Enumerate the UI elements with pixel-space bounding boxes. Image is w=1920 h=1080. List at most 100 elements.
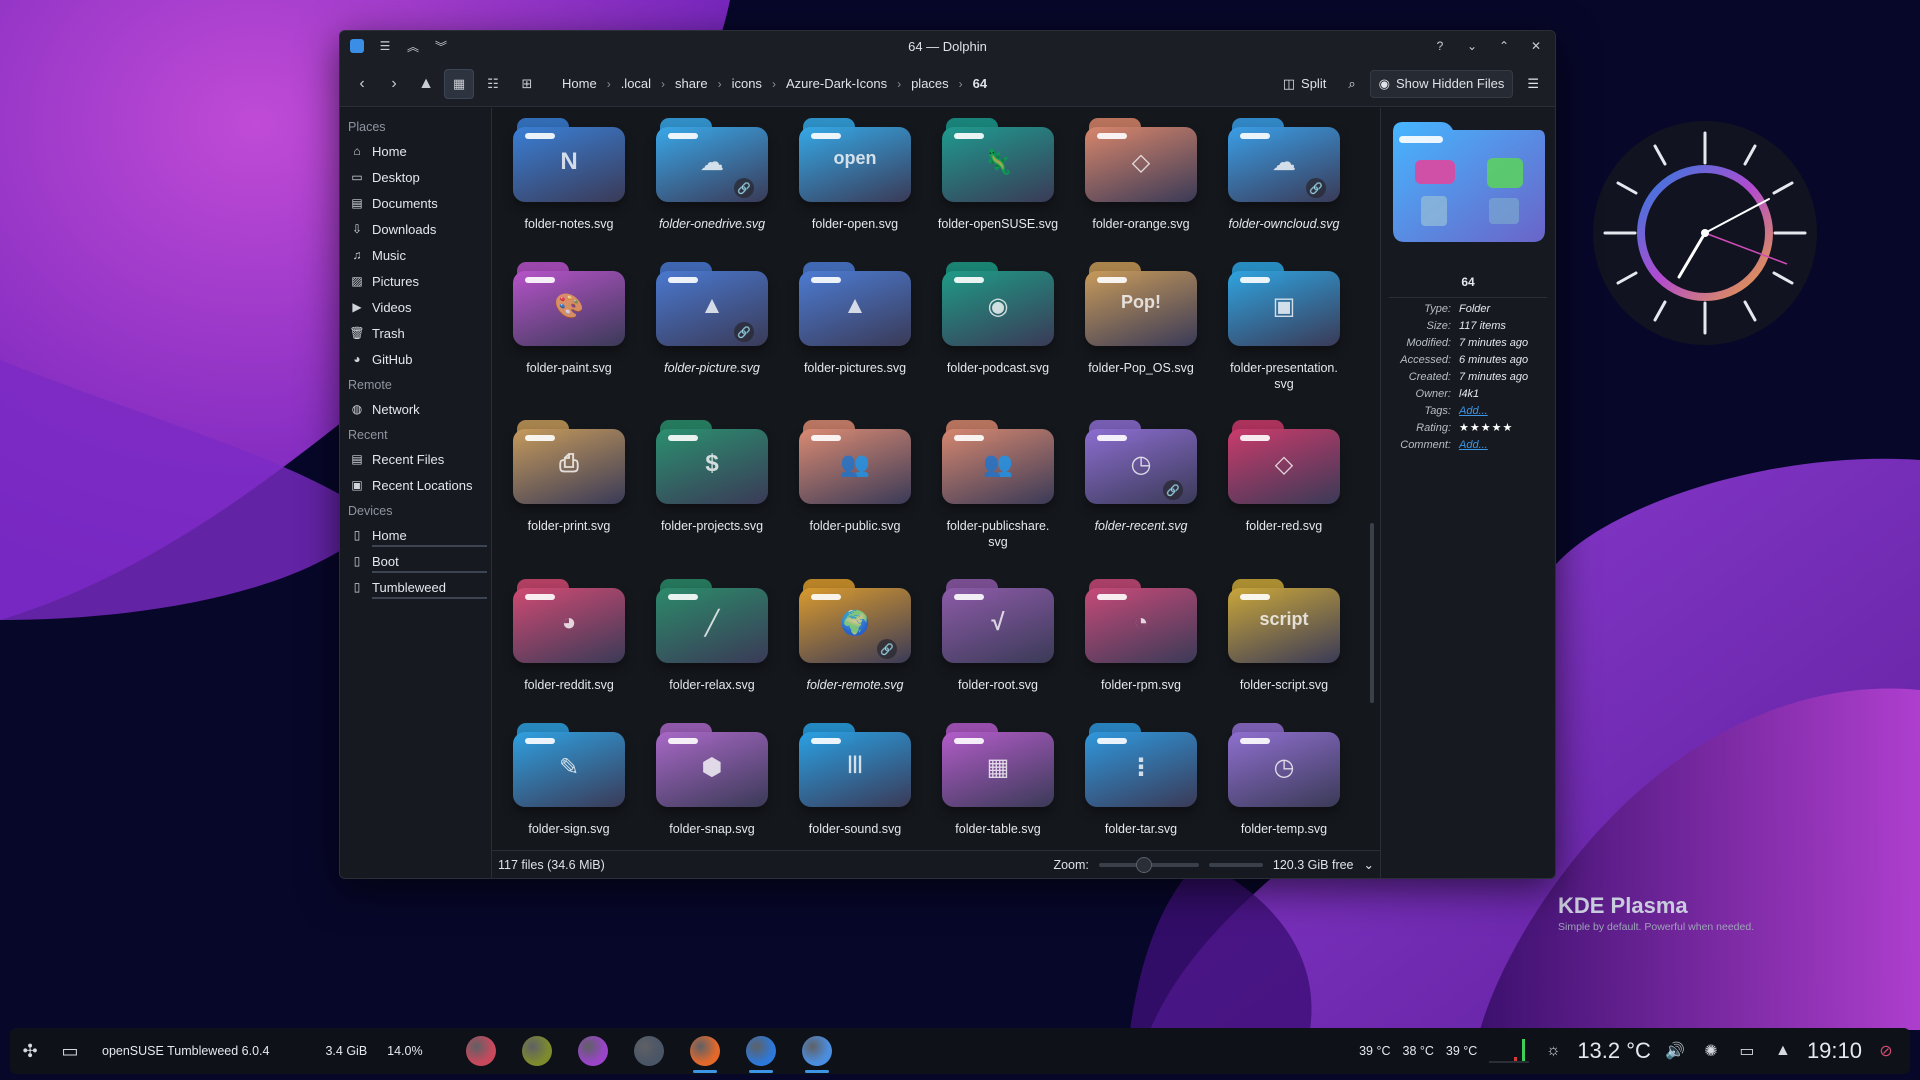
file-item[interactable]: √ folder-root.svg [931,579,1065,693]
zoom-slider[interactable] [1098,856,1199,873]
file-item[interactable]: ◷ folder-temp.svg [1217,723,1351,837]
dolphin-app-icon[interactable] [346,35,368,57]
file-item[interactable]: ⎙ folder-print.svg [502,420,636,534]
app-mixer-icon[interactable] [627,1029,671,1073]
info-add-link[interactable]: Add... [1459,405,1488,417]
file-item[interactable]: ◔ folder-rpm.svg [1074,579,1208,693]
file-item[interactable]: ||| folder-sound.svg [788,723,922,837]
sidebar-item-downloads[interactable]: ⇩ Downloads [340,216,491,242]
sidebar-item-desktop[interactable]: ▭ Desktop [340,164,491,190]
notifications-icon[interactable]: ⊘ [1874,1039,1898,1063]
sidebar-item-recent-files[interactable]: ▤ Recent Files [340,446,491,472]
file-item[interactable]: ◉ folder-podcast.svg [931,262,1065,376]
app-kde-icon[interactable] [795,1029,839,1073]
back-icon[interactable]: ‹ [348,70,376,98]
file-item[interactable]: open folder-open.svg [788,118,922,232]
sidebar-item-tumbleweed[interactable]: ▯ Tumbleweed [340,574,491,600]
sun-icon[interactable]: ☼ [1541,1039,1565,1063]
sidebar-item-documents[interactable]: ▤ Documents [340,190,491,216]
breadcrumb-item[interactable]: .local [621,76,651,91]
sidebar-item-github[interactable]: ◕ GitHub [340,346,491,372]
brightness-icon[interactable]: ✺ [1699,1039,1723,1063]
overview-icon[interactable]: ▭ [50,1031,90,1071]
compact-view-icon[interactable]: ☷ [478,69,508,99]
sidebar-item-pictures[interactable]: ▨ Pictures [340,268,491,294]
file-item[interactable]: Pop! folder-Pop_OS.svg [1074,262,1208,376]
breadcrumb-separator-icon[interactable]: › [661,77,665,91]
expand-tray-icon[interactable]: ▲ [1771,1039,1795,1063]
vertical-scrollbar[interactable] [1370,118,1374,838]
window-menu-icon[interactable]: ☰ [374,35,396,57]
file-item[interactable]: ▦ folder-table.svg [931,723,1065,837]
file-item[interactable]: ⋮ folder-tar.svg [1074,723,1208,837]
file-item[interactable]: ◇ folder-orange.svg [1074,118,1208,232]
sidebar-item-network[interactable]: ◍ Network [340,396,491,422]
app-shop-icon[interactable] [571,1029,615,1073]
sidebar-item-videos[interactable]: ▶ Videos [340,294,491,320]
chevron-down-icon[interactable]: ⌄ [1364,857,1374,872]
file-item[interactable]: ▲ 🔗 folder-picture.svg [645,262,779,376]
titlebar[interactable]: ☰ ︽ ︾ 64 — Dolphin ? ⌄ ⌃ ✕ [340,31,1555,61]
file-item[interactable]: ⬢ folder-snap.svg [645,723,779,837]
file-item[interactable]: ☁ 🔗 folder-owncloud.svg [1217,118,1351,232]
file-item[interactable]: 🌍 🔗 folder-remote.svg [788,579,922,693]
digital-clock[interactable]: 19:10 [1807,1038,1862,1064]
app-settings-icon[interactable] [459,1029,503,1073]
details-view-icon[interactable]: ⊞ [512,69,542,99]
file-item[interactable]: script folder-script.svg [1217,579,1351,693]
breadcrumb-separator-icon[interactable]: › [772,77,776,91]
file-item[interactable]: 🎨 folder-paint.svg [502,262,636,376]
file-item[interactable]: $ folder-projects.svg [645,420,779,534]
info-add-link[interactable]: Add... [1459,439,1488,451]
search-button[interactable]: ⌕ [1340,71,1363,97]
breadcrumb-item[interactable]: Azure-Dark-Icons [786,76,887,91]
maximize-icon[interactable]: ⌃ [1493,35,1515,57]
keep-below-icon[interactable]: ︾ [430,35,452,57]
sidebar-item-music[interactable]: ♫ Music [340,242,491,268]
analog-clock-widget[interactable] [1591,119,1819,347]
breadcrumb-item[interactable]: share [675,76,708,91]
file-item[interactable]: 👥 folder-publicshare. svg [931,420,1065,550]
close-icon[interactable]: ✕ [1525,35,1547,57]
hamburger-menu-button[interactable]: ☰ [1519,71,1547,97]
breadcrumb-item[interactable]: 64 [973,76,987,91]
file-item[interactable]: 🦎 folder-openSUSE.svg [931,118,1065,232]
app-game-icon[interactable] [515,1029,559,1073]
application-launcher-icon[interactable]: ✣ [10,1031,50,1071]
forward-icon[interactable]: › [380,70,408,98]
breadcrumb-item[interactable]: Home [562,76,597,91]
breadcrumb-item[interactable]: icons [732,76,762,91]
zoom-slider-knob[interactable] [1135,856,1152,873]
sidebar-item-trash[interactable]: 🗑 Trash [340,320,491,346]
rating-stars[interactable]: ★★★★★ [1459,422,1513,434]
free-space-label[interactable]: 120.3 GiB free [1273,858,1354,872]
display-icon[interactable]: ▭ [1735,1039,1759,1063]
weather-temperature[interactable]: 13.2 °C [1577,1038,1651,1064]
show-hidden-files-button[interactable]: ◉ Show Hidden Files [1369,69,1514,98]
firefox-icon[interactable] [683,1029,727,1073]
file-item[interactable]: ▲ folder-pictures.svg [788,262,922,376]
help-icon[interactable]: ? [1429,35,1451,57]
breadcrumb-separator-icon[interactable]: › [959,77,963,91]
sidebar-item-home[interactable]: ⌂ Home [340,138,491,164]
up-icon[interactable]: ▲ [412,70,440,98]
minimize-icon[interactable]: ⌄ [1461,35,1483,57]
breadcrumb-separator-icon[interactable]: › [607,77,611,91]
split-button[interactable]: ◫ Split [1275,71,1335,97]
file-item[interactable]: 👥 folder-public.svg [788,420,922,534]
breadcrumb-separator-icon[interactable]: › [718,77,722,91]
breadcrumb-item[interactable]: places [911,76,949,91]
file-item[interactable]: ╱ folder-relax.svg [645,579,779,693]
breadcrumb-separator-icon[interactable]: › [897,77,901,91]
file-item[interactable]: ◷ 🔗 folder-recent.svg [1074,420,1208,534]
file-item[interactable]: ▣ folder-presentation. svg [1217,262,1351,392]
sidebar-item-boot[interactable]: ▯ Boot [340,548,491,574]
file-item[interactable]: ✎ folder-sign.svg [502,723,636,837]
file-item[interactable]: ◕ folder-reddit.svg [502,579,636,693]
file-item[interactable]: ◇ folder-red.svg [1217,420,1351,534]
keep-above-icon[interactable]: ︽ [402,35,424,57]
file-item[interactable]: Nfolder-notes.svg [502,118,636,232]
scrollbar-thumb[interactable] [1370,523,1374,703]
file-item[interactable]: ☁ 🔗 folder-onedrive.svg [645,118,779,232]
dolphin-icon[interactable] [739,1029,783,1073]
